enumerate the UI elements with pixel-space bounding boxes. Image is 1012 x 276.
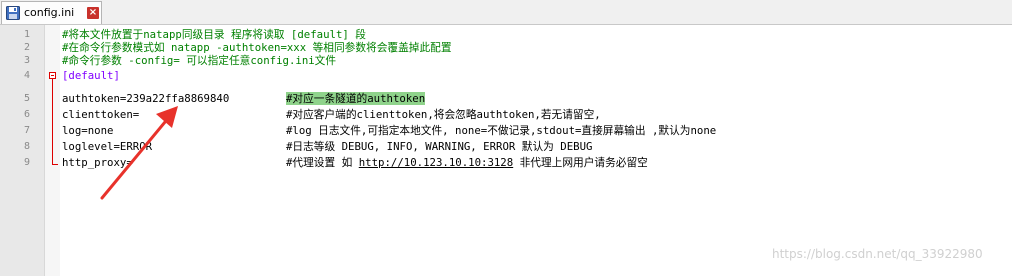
code-line-8-comment[interactable]: #日志等级 DEBUG, INFO, WARNING, ERROR 默认为 DE… (286, 140, 592, 153)
line-number-gutter: 1 2 3 4 5 6 7 8 9 (0, 25, 45, 276)
line-number: 8 (23, 141, 30, 152)
comment-suffix: 非代理上网用户请务必留空 (513, 156, 648, 169)
tab-config-ini[interactable]: config.ini × (1, 1, 102, 24)
tab-bar: config.ini × (0, 0, 1012, 25)
code-line-8-key[interactable]: loglevel=ERROR (62, 140, 152, 153)
line-number: 2 (23, 42, 30, 53)
proxy-url-link[interactable]: http://10.123.10.10:3128 (359, 156, 513, 169)
fold-end-marker (52, 164, 58, 165)
editor-area[interactable]: 1 2 3 4 5 6 7 8 9 #将本文件放置于natapp同级目录 程序将… (0, 25, 1012, 276)
code-line-7-key[interactable]: log=none (62, 124, 113, 137)
comment-prefix: #代理设置 如 (286, 156, 359, 169)
selected-text-highlight: #对应一条隧道的authtoken (286, 92, 426, 105)
code-line-1[interactable]: #将本文件放置于natapp同级目录 程序将读取 [default] 段 (62, 28, 366, 41)
fold-toggle-icon[interactable] (49, 72, 56, 79)
code-line-5-comment[interactable]: #对应一条隧道的authtoken (286, 92, 426, 105)
code-line-6-comment[interactable]: #对应客户端的clienttoken,将会忽略authtoken,若无请留空, (286, 108, 601, 121)
watermark: https://blog.csdn.net/qq_33922980 (772, 247, 983, 261)
code-line-4-section[interactable]: [default] (62, 69, 120, 82)
code-line-9-comment[interactable]: #代理设置 如 http://10.123.10.10:3128 非代理上网用户… (286, 156, 648, 169)
code-line-7-comment[interactable]: #log 日志文件,可指定本地文件, none=不做记录,stdout=直接屏幕… (286, 124, 716, 137)
line-number: 7 (23, 125, 30, 136)
line-number: 5 (23, 93, 30, 104)
code-line-6-key[interactable]: clienttoken= (62, 108, 139, 121)
line-number: 6 (23, 109, 30, 120)
close-tab-button[interactable]: × (87, 7, 99, 19)
code-line-9-key[interactable]: http_proxy= (62, 156, 133, 169)
line-number: 4 (23, 70, 30, 81)
code-line-3[interactable]: #命令行参数 -config= 可以指定任意config.ini文件 (62, 54, 336, 67)
fold-line (52, 79, 53, 164)
code-line-5-key[interactable]: authtoken=239a22ffa8869840 (62, 92, 229, 105)
code-line-2[interactable]: #在命令行参数模式如 natapp -authtoken=xxx 等相同参数将会… (62, 41, 452, 54)
tab-title: config.ini (24, 6, 75, 19)
line-number: 9 (23, 157, 30, 168)
floppy-disk-icon (6, 6, 20, 20)
line-number: 1 (23, 29, 30, 40)
line-number: 3 (23, 55, 30, 66)
